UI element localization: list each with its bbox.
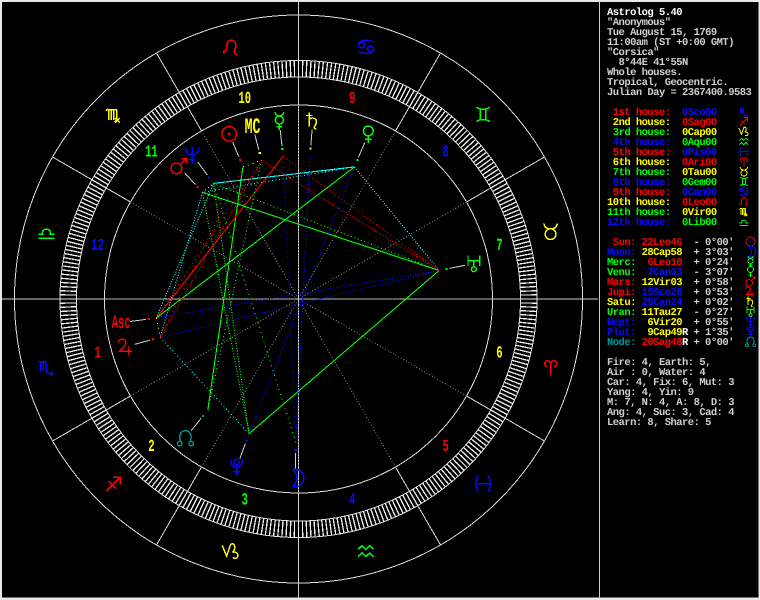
svg-text:9: 9 <box>349 90 355 109</box>
svg-text:3: 3 <box>242 492 248 511</box>
svg-text:Asc: Asc <box>112 312 131 334</box>
svg-text:Learn: 8, Share: 5: Learn: 8, Share: 5 <box>607 417 711 429</box>
svg-text:6: 6 <box>496 345 502 364</box>
svg-text:7: 7 <box>496 237 502 256</box>
svg-text:4: 4 <box>349 492 355 511</box>
svg-text:Julian Day = 2367400.9583: Julian Day = 2367400.9583 <box>607 87 752 99</box>
svg-text:10: 10 <box>238 90 251 109</box>
svg-text:12th house:0Lib00: 12th house:0Lib00 <box>607 217 717 229</box>
svg-text:5: 5 <box>442 438 448 457</box>
svg-text:1: 1 <box>94 345 100 364</box>
svg-text:Node:20Sag48R+ 0°00': Node:20Sag48R+ 0°00' <box>607 337 734 349</box>
svg-text:8: 8 <box>442 144 448 163</box>
svg-text:12: 12 <box>91 237 104 256</box>
svg-text:11: 11 <box>145 144 158 163</box>
svg-text:2: 2 <box>148 438 154 457</box>
svg-text:MC: MC <box>245 115 261 140</box>
